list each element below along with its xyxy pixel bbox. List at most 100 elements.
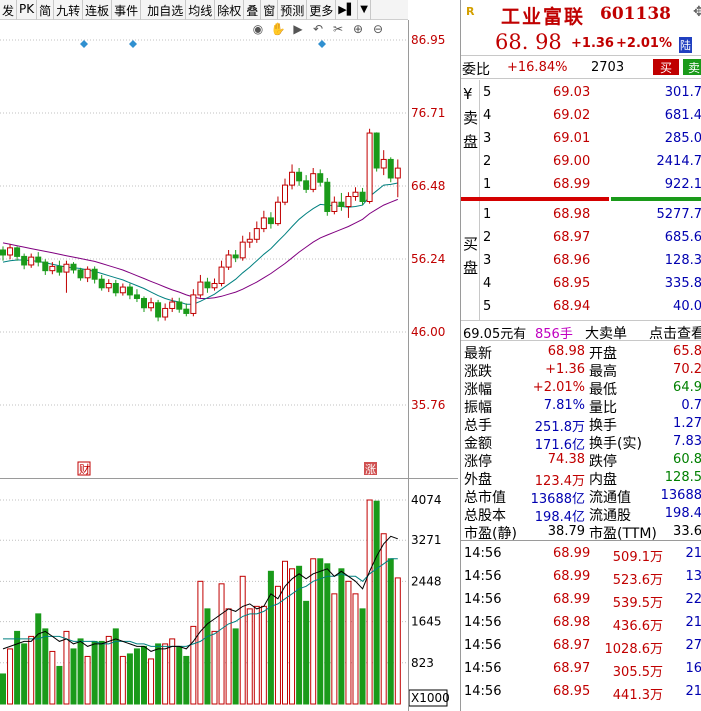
stat-row: 总市值 13688亿 流通值 13688 bbox=[461, 487, 701, 507]
bid-volume: 128.3 bbox=[664, 253, 701, 268]
toolbar-more[interactable]: 更多 bbox=[307, 0, 337, 20]
toolbar-forecast[interactable]: 预测 bbox=[278, 0, 308, 20]
volume-bar bbox=[338, 568, 345, 705]
volume-bar bbox=[14, 630, 21, 705]
ask-row[interactable]: 4 69.02 681.4 bbox=[461, 104, 701, 127]
pin-icon[interactable]: ✥ bbox=[693, 4, 701, 20]
summary-price: 69.05元有 bbox=[463, 327, 527, 342]
candle-body bbox=[211, 282, 218, 289]
volume-bar bbox=[35, 613, 42, 705]
chevron-down-icon[interactable]: ▼ bbox=[358, 0, 371, 20]
tick-row[interactable]: 14:56 68.99 539.5万 22 bbox=[461, 589, 701, 612]
volume-bar bbox=[98, 640, 105, 705]
tick-price: 68.99 bbox=[553, 569, 591, 584]
price-axis-label: 46.00 bbox=[411, 325, 445, 339]
volume-bar bbox=[84, 655, 91, 705]
toolbar-overlay[interactable]: 叠 bbox=[244, 0, 262, 20]
stat-value: 74.38 bbox=[547, 452, 585, 467]
candle-body bbox=[126, 286, 133, 296]
buy-button[interactable]: 买 bbox=[653, 59, 679, 75]
candle-body bbox=[260, 217, 267, 230]
bid-row[interactable]: 3 68.96 128.3 bbox=[461, 249, 701, 272]
bid-row[interactable]: 5 68.94 40.0 bbox=[461, 295, 701, 318]
bid-row[interactable]: 1 68.98 5277.7 bbox=[461, 203, 701, 226]
ask-bid-divider-red bbox=[461, 197, 609, 201]
volume-bar bbox=[359, 608, 366, 705]
candle-body bbox=[317, 173, 324, 183]
ask-row[interactable]: 1 68.99 922.1 bbox=[461, 173, 701, 196]
candle-body bbox=[190, 294, 197, 314]
toolbar-end-icon[interactable]: ▶▌ bbox=[336, 0, 359, 20]
bid-row[interactable]: 4 68.95 335.8 bbox=[461, 272, 701, 295]
toolbar-ma[interactable]: 均线 bbox=[186, 0, 216, 20]
stat-value: 1.27 bbox=[673, 416, 701, 431]
tick-row[interactable]: 14:56 68.98 436.6万 21 bbox=[461, 612, 701, 635]
tick-row[interactable]: 14:56 68.97 1028.6万 27 bbox=[461, 635, 701, 658]
stat-label: 流通值 bbox=[589, 490, 631, 506]
stat-label: 涨停 bbox=[464, 454, 492, 470]
view-details-link[interactable]: 点击查看 bbox=[649, 323, 701, 343]
candle-body bbox=[119, 286, 126, 294]
summary-big-order: 大卖单 bbox=[585, 326, 627, 342]
volume-bar bbox=[246, 608, 253, 705]
ask-row[interactable]: 5 69.03 301.7 bbox=[461, 81, 701, 104]
bid-row[interactable]: 2 68.97 685.6 bbox=[461, 226, 701, 249]
volume-bar bbox=[56, 665, 63, 705]
tick-row[interactable]: 14:56 68.95 441.3万 21 bbox=[461, 681, 701, 704]
tick-row[interactable]: 14:56 68.99 523.6万 13 bbox=[461, 566, 701, 589]
toolbar-jiuzhuan[interactable]: 九转 bbox=[54, 0, 84, 20]
toolbar-window[interactable]: 窗 bbox=[261, 0, 279, 20]
ask-volume: 285.0 bbox=[664, 131, 701, 146]
ask-row[interactable]: 2 69.00 2414.7 bbox=[461, 150, 701, 173]
kline-chart[interactable]: 86.95 76.71 66.48 56.24 46.00 35.76 财 涨 bbox=[0, 20, 458, 478]
volume-bar bbox=[176, 645, 183, 705]
stat-value: 65.8 bbox=[673, 344, 701, 359]
bid-price: 68.98 bbox=[553, 207, 591, 222]
tick-amount: 539.5万 bbox=[612, 596, 663, 611]
tick-time: 14:56 bbox=[464, 661, 502, 676]
tick-price: 68.97 bbox=[553, 638, 591, 653]
volume-bar bbox=[42, 628, 49, 705]
tick-amount: 305.5万 bbox=[612, 665, 663, 680]
candle-body bbox=[253, 228, 260, 240]
volume-bar bbox=[49, 650, 56, 705]
toolbar-shijian[interactable]: 事件 bbox=[112, 0, 142, 20]
stat-value: +1.36 bbox=[545, 362, 585, 377]
volume-bar bbox=[267, 570, 274, 705]
weibi-pct: +16.84% bbox=[507, 60, 568, 75]
toolbar-lianban[interactable]: 连板 bbox=[83, 0, 113, 20]
price-axis-label: 56.24 bbox=[411, 252, 445, 266]
sell-button[interactable]: 卖 bbox=[683, 59, 701, 75]
toolbar-pk[interactable]: PK bbox=[17, 0, 38, 20]
stat-row: 最新 68.98 开盘 65.8 bbox=[461, 343, 701, 362]
tick-time: 14:56 bbox=[464, 546, 502, 561]
bid-price: 68.96 bbox=[553, 253, 591, 268]
volume-bar bbox=[133, 648, 140, 705]
volume-bar bbox=[239, 575, 246, 705]
toolbar-jian[interactable]: 简 bbox=[37, 0, 55, 20]
toolbar-fa[interactable]: 发 bbox=[0, 0, 18, 20]
tick-row[interactable]: 14:56 68.97 305.5万 16 bbox=[461, 658, 701, 681]
toolbar-exright[interactable]: 除权 bbox=[215, 0, 245, 20]
candle-body bbox=[359, 191, 366, 203]
price-axis-label: 86.95 bbox=[411, 33, 445, 47]
stock-header: R 工业富联 601138 ✥ bbox=[461, 0, 701, 28]
level: 1 bbox=[483, 177, 492, 192]
level: 5 bbox=[483, 299, 492, 314]
volume-chart[interactable]: 4074 3271 2448 1645 823 X1000 bbox=[0, 480, 458, 711]
tick-time: 14:56 bbox=[464, 592, 502, 607]
level: 5 bbox=[483, 85, 492, 100]
candle-body bbox=[56, 265, 63, 273]
stat-label: 振幅 bbox=[464, 400, 492, 416]
volume-bar bbox=[105, 635, 112, 705]
candle-body bbox=[63, 263, 70, 273]
tick-count: 13 bbox=[685, 569, 701, 584]
level: 1 bbox=[483, 207, 492, 222]
level: 3 bbox=[483, 131, 492, 146]
tick-row[interactable]: 14:56 68.99 509.1万 21 bbox=[461, 543, 701, 566]
toolbar-add-watchlist[interactable]: 加自选 bbox=[145, 0, 187, 20]
ask-row[interactable]: 3 69.01 285.0 bbox=[461, 127, 701, 150]
stat-value: 33.6 bbox=[673, 524, 701, 539]
volume-axis-label: 4074 bbox=[411, 493, 442, 507]
volume-bar bbox=[345, 580, 352, 705]
